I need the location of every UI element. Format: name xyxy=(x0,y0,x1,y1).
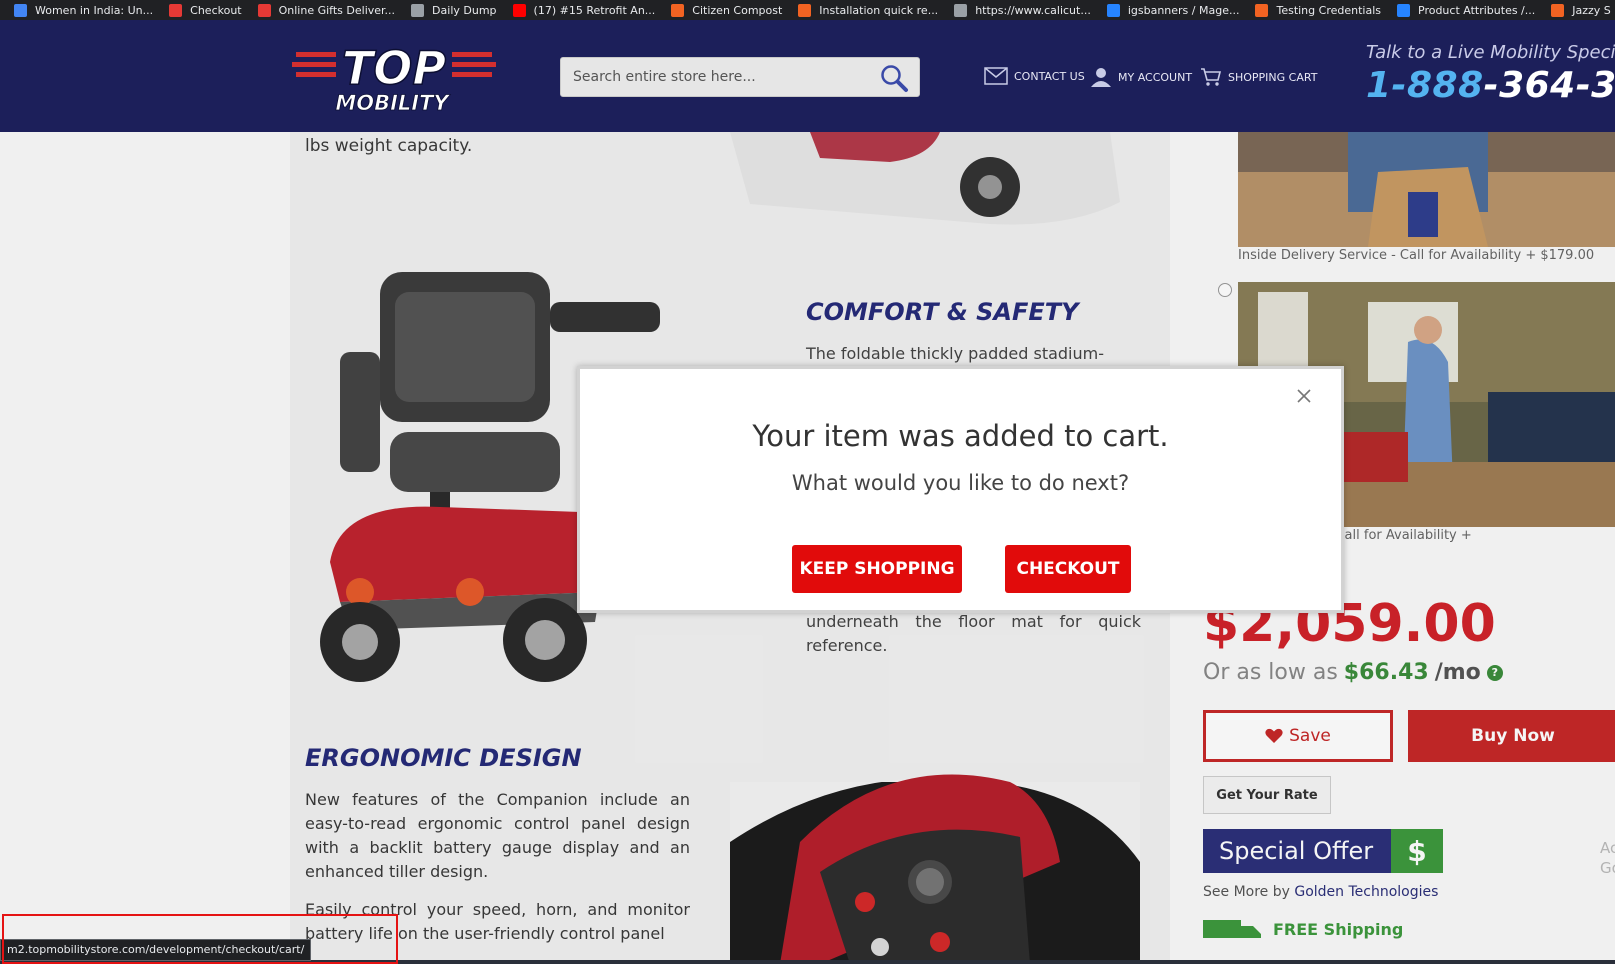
site-header: TOP MOBILITY CONTACT US MY ACCOUNT SHOP xyxy=(0,20,1615,132)
magento-icon xyxy=(798,3,812,17)
jira-icon xyxy=(1106,3,1120,17)
bookmark-label: Citizen Compost xyxy=(692,3,783,17)
bookmark-label: Testing Credentials xyxy=(1276,3,1381,17)
youtube-icon xyxy=(512,3,526,17)
phone-rest: -364-3813 xyxy=(1483,65,1615,106)
logo-bottom-text: MOBILITY xyxy=(335,91,450,115)
envelope-icon xyxy=(984,67,1008,85)
bookmark-item[interactable]: Daily Dump xyxy=(411,3,497,17)
cart-icon xyxy=(1201,68,1222,86)
bookmark-label: Checkout xyxy=(190,3,242,17)
bookmark-item[interactable]: Online Gifts Deliver... xyxy=(257,3,396,17)
logo-top-text: TOP xyxy=(342,41,446,95)
bookmark-item[interactable]: Citizen Compost xyxy=(671,3,783,17)
my-account-link[interactable]: MY ACCOUNT xyxy=(1090,67,1192,87)
bookmark-label: Online Gifts Deliver... xyxy=(278,3,396,17)
checkout-button[interactable]: CHECKOUT xyxy=(1005,545,1131,593)
globe-icon xyxy=(411,3,425,17)
bookmark-label: Installation quick re... xyxy=(819,3,939,17)
bookmark-item[interactable]: https://www.calicut... xyxy=(954,3,1091,17)
talk-to-specialist: Talk to a Live Mobility Special xyxy=(1366,42,1615,63)
search-input[interactable] xyxy=(573,58,863,96)
bookmark-item[interactable]: igsbanners / Mage... xyxy=(1106,3,1240,17)
search-box xyxy=(560,57,920,97)
keep-shopping-button[interactable]: KEEP SHOPPING xyxy=(792,545,962,593)
search-icon xyxy=(881,65,908,92)
highlight-box xyxy=(2,914,398,964)
jira-icon xyxy=(1397,3,1410,17)
bookmark-item[interactable]: Product Attributes /... xyxy=(1397,3,1536,17)
added-to-cart-modal: Your item was added to cart. What would … xyxy=(577,366,1344,613)
search-button[interactable] xyxy=(879,63,909,93)
bookmark-label: Daily Dump xyxy=(432,3,497,17)
contact-us-label: CONTACT US xyxy=(1014,69,1085,83)
magento-icon xyxy=(671,3,685,17)
bookmarks-bar: Women in India: Un... Checkout Online Gift… xyxy=(0,0,1615,20)
globe-icon xyxy=(954,3,968,17)
bookmark-label: https://www.calicut... xyxy=(975,3,1091,17)
phone-number[interactable]: 1-888-364-3813 xyxy=(1366,65,1615,106)
bookmark-item[interactable]: Testing Credentials xyxy=(1255,3,1381,17)
bookmark-label: Women in India: Un... xyxy=(35,3,154,17)
modal-subtitle: What would you like to do next? xyxy=(791,471,1130,495)
bookmark-label: Jazzy S xyxy=(1572,3,1611,17)
bookmark-item[interactable]: Checkout xyxy=(169,3,242,17)
shopping-cart-link[interactable]: SHOPPING CART xyxy=(1200,67,1317,87)
bookmark-label: (17) #15 Retrofit An... xyxy=(533,3,656,17)
my-account-label: MY ACCOUNT xyxy=(1118,70,1193,84)
bookmark-item[interactable]: Installation quick re... xyxy=(798,3,939,17)
bookmark-item[interactable]: (17) #15 Retrofit An... xyxy=(512,3,656,17)
gift-icon xyxy=(169,3,183,17)
top-mobility-logo[interactable]: TOP MOBILITY xyxy=(292,34,507,120)
contact-us-link[interactable]: CONTACT US xyxy=(984,67,1085,85)
modal-title: Your item was added to cart. xyxy=(752,419,1169,453)
bookmark-label: igsbanners / Mage... xyxy=(1127,3,1240,17)
user-icon xyxy=(1091,68,1111,87)
phone-prefix: 1-888 xyxy=(1366,65,1484,106)
bookmark-label: Product Attributes /... xyxy=(1418,3,1536,17)
close-button[interactable] xyxy=(1295,387,1313,405)
shopping-cart-label: SHOPPING CART xyxy=(1228,70,1318,84)
close-icon xyxy=(1297,389,1311,403)
magento-icon xyxy=(1255,3,1269,17)
bookmark-item[interactable]: Jazzy S xyxy=(1551,3,1611,17)
bookmark-item[interactable]: Women in India: Un... xyxy=(14,3,154,17)
gift-icon xyxy=(257,3,271,17)
magento-icon xyxy=(1551,3,1565,17)
globe-icon xyxy=(14,3,27,17)
